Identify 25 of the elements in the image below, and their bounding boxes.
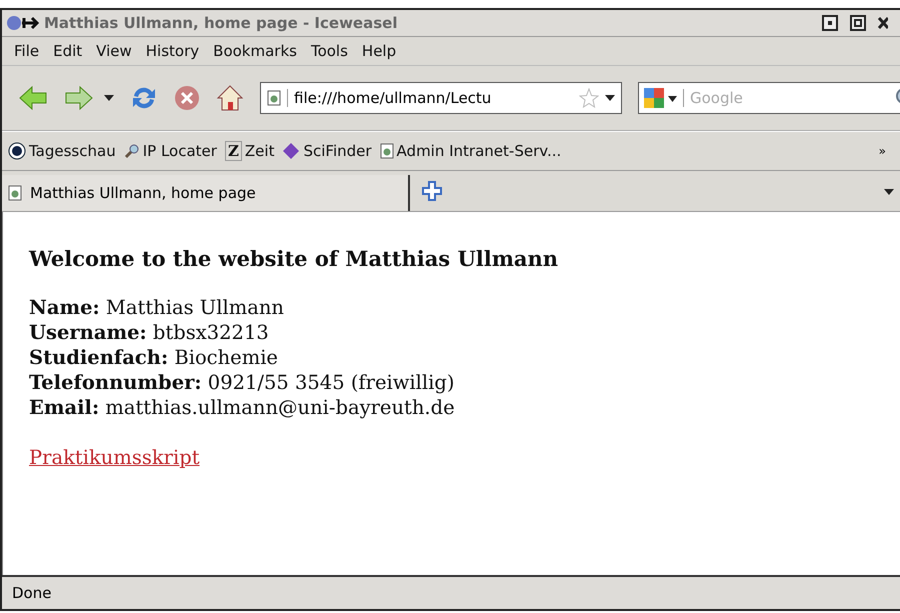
bookmark-item[interactable]: SciFinder (282, 142, 372, 160)
profile-field: Username: btbsx32213 (29, 320, 890, 345)
browser-tab[interactable]: Matthias Ullmann, home page (2, 175, 410, 211)
profile-field: Telefonnumber: 0921/55 3545 (freiwillig) (29, 370, 890, 395)
bookmark-item[interactable]: Z Zeit (224, 141, 274, 161)
bookmark-item[interactable]: IP Locater (124, 142, 217, 160)
menu-item[interactable]: Edit (53, 42, 82, 60)
profile-field: Name: Matthias Ullmann (29, 295, 890, 320)
profile-field: Email: matthias.ullmann@uni-bayreuth.de (29, 395, 890, 420)
menu-item[interactable]: File (14, 42, 40, 60)
bookmark-item[interactable]: Tagesschau (8, 142, 116, 160)
window-title: Matthias Ullmann, home page - Iceweasel (44, 14, 398, 32)
bookmarks-overflow[interactable]: » (878, 144, 886, 158)
menu-item[interactable]: Tools (310, 42, 348, 60)
menu-item[interactable]: Bookmarks (213, 42, 297, 60)
menu-item[interactable]: Help (362, 42, 396, 60)
letter-icon: Z (224, 141, 242, 161)
menu-item[interactable]: View (96, 42, 132, 60)
menu-item[interactable]: History (146, 42, 200, 60)
document-link[interactable]: Praktikumsskript (29, 446, 200, 469)
bookmark-item[interactable]: Admin Intranet-Serv... (380, 142, 562, 160)
address-field[interactable]: file:///home/ullmann/Lectu (260, 82, 622, 114)
page-heading: Welcome to the website of Matthias Ullmann (29, 246, 560, 271)
status-text: Done (12, 584, 52, 602)
profile-field: Studienfach: Biochemie (29, 345, 890, 370)
